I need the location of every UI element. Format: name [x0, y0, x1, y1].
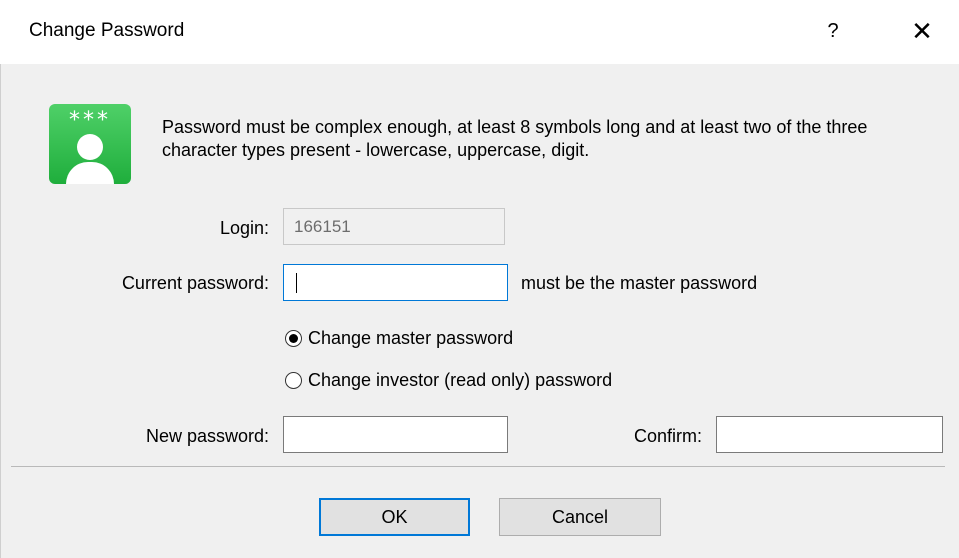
help-button[interactable]: ?: [818, 14, 848, 48]
cancel-button[interactable]: Cancel: [499, 498, 661, 536]
ok-button[interactable]: OK: [319, 498, 470, 536]
radio-label: Change investor (read only) password: [308, 370, 613, 390]
current-password-field[interactable]: [283, 264, 508, 301]
confirm-label: Confirm:: [633, 426, 702, 446]
radio-button-unchecked[interactable]: [285, 372, 302, 389]
title-bar: Change Password ? ✕: [0, 0, 959, 64]
separator-line: [11, 466, 945, 467]
user-head-shape: [77, 134, 103, 160]
dialog-title: Change Password: [29, 20, 185, 41]
close-button[interactable]: ✕: [902, 14, 942, 48]
new-password-label: New password:: [145, 426, 269, 446]
password-requirements-text: Password must be complex enough, at leas…: [162, 117, 868, 160]
user-body-shape: [66, 162, 114, 184]
radio-label: Change master password: [308, 328, 514, 348]
radio-button-checked[interactable]: [285, 330, 302, 347]
text-caret: [296, 273, 297, 293]
current-password-label: Current password:: [121, 273, 269, 293]
new-password-field[interactable]: [283, 416, 508, 453]
login-label: Login:: [219, 218, 269, 238]
change-password-dialog: Change Password ? ✕ *** Password must be…: [0, 0, 959, 558]
login-field[interactable]: 166151: [283, 208, 505, 245]
password-user-icon: ***: [49, 104, 131, 184]
radio-change-investor[interactable]: Change investor (read only) password: [285, 370, 612, 391]
password-stars: ***: [69, 108, 111, 133]
window-edge: [0, 64, 1, 558]
radio-change-master[interactable]: Change master password: [285, 328, 513, 349]
current-password-hint: must be the master password: [521, 273, 758, 293]
confirm-password-field[interactable]: [716, 416, 943, 453]
